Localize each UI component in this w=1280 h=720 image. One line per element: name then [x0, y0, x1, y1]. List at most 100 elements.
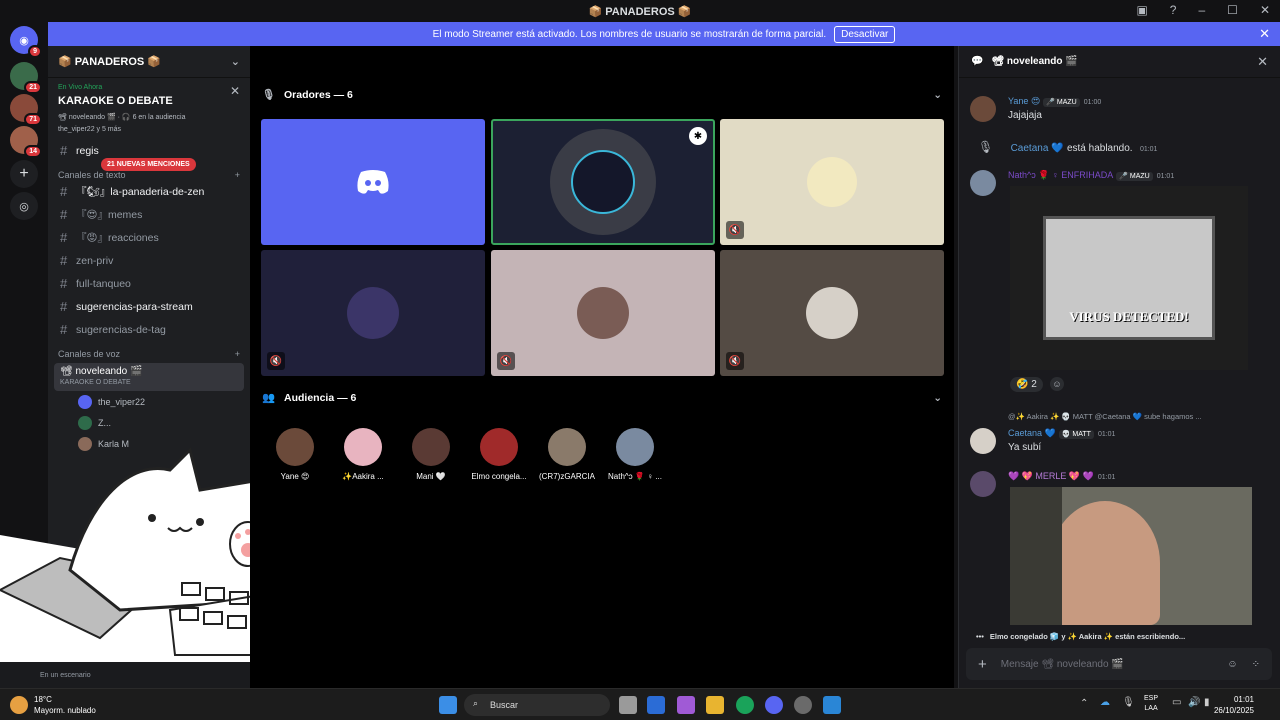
channel-item[interactable]: # zen-priv [48, 249, 250, 272]
voice-user[interactable]: the_viper22 [48, 391, 250, 412]
channel-item[interactable]: # sugerencias-para-stream [48, 295, 250, 318]
reaction-button[interactable]: 🤣 2 [1010, 377, 1043, 392]
new-mentions-badge[interactable]: 21 NUEVAS MENCIONES [101, 158, 196, 171]
reaction-emoji: 🤣 [1016, 379, 1029, 390]
chevron-down-icon[interactable]: ⌄ [933, 89, 942, 101]
audience-member[interactable]: Nath^ↄ 🌹 ♀ ... [603, 428, 667, 481]
copilot-icon[interactable] [677, 696, 695, 714]
explore-icon[interactable]: ◎ [10, 192, 38, 220]
app-icon[interactable] [794, 696, 812, 714]
audience-member[interactable]: Yane 😍 [263, 428, 327, 481]
app-icon[interactable] [823, 696, 841, 714]
audience-member[interactable]: Mani 🤍 [399, 428, 463, 481]
server-icon[interactable]: 21 [10, 62, 42, 94]
reply-preview[interactable]: @✨ Aakira ✨ 💀 MATT @Caetana 💙 sube hagam… [1008, 412, 1202, 421]
plus-icon[interactable]: + [978, 656, 987, 673]
text-category[interactable]: Canales de texto + [48, 170, 250, 180]
plus-icon[interactable]: + [235, 349, 240, 359]
server-header[interactable]: 📦 PANADEROS 📦 ⌄ [48, 46, 250, 78]
network-icon[interactable]: ▭ [1172, 697, 1181, 708]
volume-icon[interactable]: 🔊 [1188, 697, 1200, 708]
language-indicator[interactable]: ESP LAA [1144, 694, 1158, 714]
taskbar-search[interactable]: ⌕ Buscar [464, 694, 610, 716]
add-server-icon[interactable]: + [10, 160, 38, 188]
file-explorer-icon[interactable] [706, 696, 724, 714]
microphone-icon[interactable]: 🎙 [1122, 697, 1135, 708]
audience-member[interactable]: Elmo congela... [467, 428, 531, 481]
speaker-tile[interactable]: 🔇 [720, 250, 944, 376]
avatar[interactable] [970, 428, 996, 454]
hash-icon: # [60, 143, 68, 158]
weather-widget[interactable]: 18°C Mayorm. nublado [34, 694, 96, 716]
speaker-tile[interactable]: 🔇 [491, 250, 715, 376]
voice-user[interactable]: Z... [48, 412, 250, 433]
author-name[interactable]: 💜 💖 MERLE 💖 💜 [1008, 471, 1094, 481]
time: 01:01 [1233, 695, 1254, 704]
avatar[interactable] [970, 170, 996, 196]
minimize-button[interactable]: – [1198, 3, 1205, 17]
task-view-icon[interactable] [619, 696, 637, 714]
banner-text: El modo Streamer está activado. Los nomb… [432, 28, 827, 40]
close-icon[interactable]: ✕ [1257, 54, 1268, 70]
tray-chevron-icon[interactable]: ⌃ [1080, 698, 1088, 709]
temperature: 18°C [34, 695, 52, 704]
apps-icon[interactable]: ⁘ [1252, 659, 1260, 670]
channel-item[interactable]: # 『😡』reacciones [48, 226, 250, 249]
speaker-tile-active[interactable]: ✱ [491, 119, 715, 245]
channel-name: 『😡』reacciones [76, 232, 159, 244]
discord-taskbar-icon[interactable] [765, 696, 783, 714]
server-icon[interactable]: 14 [10, 126, 42, 158]
audience-header[interactable]: 👥 Audiencia — 6 ⌄ [262, 391, 942, 405]
avatar[interactable] [970, 471, 996, 497]
avatar[interactable] [970, 96, 996, 122]
virus-detected-image[interactable]: VIRUS DETECTED! [1010, 186, 1248, 370]
close-window-button[interactable]: ✕ [1260, 3, 1270, 17]
help-icon[interactable]: ? [1170, 3, 1177, 17]
close-icon[interactable]: ✕ [1259, 26, 1270, 42]
voice-category[interactable]: Canales de voz + [48, 349, 250, 359]
voice-channel-active[interactable]: 📽 noveleando 🎬 KARAOKE O DEBATE [54, 363, 244, 391]
author-name[interactable]: Caetana 💙 [1011, 143, 1064, 154]
edge-icon[interactable] [736, 696, 754, 714]
channel-item[interactable]: # 『🐿』la-panaderia-de-zen [48, 180, 250, 203]
avatar [571, 150, 635, 214]
channel-name: 『😍』memes [76, 209, 143, 221]
author-name[interactable]: Caetana 💙 [1008, 428, 1056, 438]
channel-name: regis [76, 144, 99, 157]
channel-item[interactable]: # 『😍』memes [48, 203, 250, 226]
clock[interactable]: 01:01 26/10/2025 [1214, 694, 1254, 716]
speakers-header[interactable]: 🎙 Oradores — 6 ⌄ [262, 88, 942, 102]
audience-member[interactable]: (CR7)zGARCIA [535, 428, 599, 481]
battery-icon[interactable]: ▮ [1204, 697, 1210, 708]
server-icon[interactable]: 71 [10, 94, 42, 126]
discord-home-icon[interactable]: ◉ 9 [10, 26, 42, 58]
add-reaction-icon[interactable]: ☺ [1050, 377, 1064, 391]
store-icon[interactable] [647, 696, 665, 714]
avatar [344, 428, 382, 466]
live-stage-card[interactable]: En Vivo Ahora KARAOKE O DEBATE 📽 novelea… [48, 78, 250, 139]
emoji-icon[interactable]: ☺ [1227, 659, 1237, 670]
gif-image[interactable] [1010, 487, 1252, 625]
channel-item[interactable]: # full-tanqueo [48, 272, 250, 295]
channel-item[interactable]: # sugerencias-de-tag [48, 318, 250, 341]
chevron-down-icon[interactable]: ⌄ [231, 55, 240, 68]
inbox-icon[interactable]: ▣ [1136, 3, 1147, 17]
role-tag: 🎤 MAZU [1116, 172, 1153, 181]
audience-title: Audiencia — 6 [284, 391, 357, 404]
audience-member[interactable]: ✨Aakira ... [331, 428, 395, 481]
author-name[interactable]: Yane 😍 [1008, 96, 1040, 106]
deactivate-button[interactable]: Desactivar [834, 25, 896, 43]
plus-icon[interactable]: + [235, 170, 240, 180]
speaker-tile[interactable]: 🔇 [720, 119, 944, 245]
speaker-tile[interactable] [261, 119, 485, 245]
windows-start-icon[interactable] [439, 696, 457, 714]
avatar [577, 287, 629, 339]
close-icon[interactable]: ✕ [230, 84, 240, 98]
live-title: KARAOKE O DEBATE [58, 95, 173, 107]
chevron-down-icon[interactable]: ⌄ [933, 392, 942, 404]
maximize-button[interactable]: ☐ [1227, 3, 1238, 17]
cloud-icon[interactable]: ☁ [1100, 697, 1110, 708]
speaker-tile[interactable]: 🔇 [261, 250, 485, 376]
message-input[interactable]: + Mensaje 📽 noveleando 🎬 ☺ ⁘ [966, 648, 1272, 680]
author-name[interactable]: Nath^ↄ 🌹 ♀ ENFRIHADA [1008, 170, 1113, 180]
